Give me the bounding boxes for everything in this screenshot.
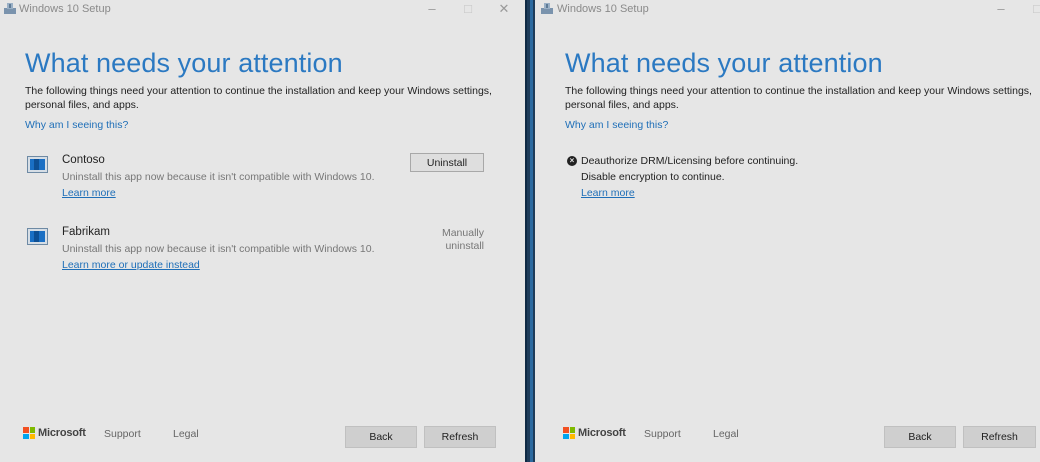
back-button[interactable]: Back [345, 426, 417, 448]
why-am-i-seeing-this-link[interactable]: Why am I seeing this? [25, 119, 128, 131]
microsoft-logo-icon [23, 427, 35, 439]
app-message-fabrikam: Uninstall this app now because it isn't … [62, 243, 375, 255]
close-icon[interactable]: ✕ [495, 1, 513, 17]
windows-setup-icon [541, 3, 553, 14]
back-button[interactable]: Back [884, 426, 956, 448]
window-title: Windows 10 Setup [19, 3, 111, 15]
page-description: The following things need your attention… [25, 85, 492, 111]
manually-uninstall-label: Manually uninstall [441, 227, 484, 252]
app-window-icon [27, 228, 48, 245]
windows-setup-icon [4, 3, 16, 14]
legal-link[interactable]: Legal [173, 428, 199, 440]
learn-more-or-update-link[interactable]: Learn more or update instead [62, 259, 200, 271]
microsoft-logo: Microsoft [23, 427, 86, 439]
learn-more-link[interactable]: Learn more [581, 187, 635, 199]
learn-more-link-contoso[interactable]: Learn more [62, 187, 116, 199]
microsoft-logo-icon [563, 427, 575, 439]
page-description: The following things need your attention… [565, 85, 1032, 111]
setup-window-left: Windows 10 Setup – □ ✕ What needs your a… [0, 0, 525, 462]
uninstall-button[interactable]: Uninstall [410, 153, 484, 172]
window-divider [525, 0, 535, 462]
issue-detail: Disable encryption to continue. [581, 171, 725, 183]
minimize-icon[interactable]: – [423, 1, 441, 17]
app-name-fabrikam: Fabrikam [62, 226, 110, 238]
maximize-icon[interactable]: □ [1028, 1, 1040, 17]
title-bar[interactable]: Windows 10 Setup – □ ✕ [0, 0, 525, 18]
page-title: What needs your attention [25, 48, 343, 78]
issue-title: Deauthorize DRM/Licensing before continu… [581, 155, 799, 167]
support-link[interactable]: Support [104, 428, 141, 440]
refresh-button[interactable]: Refresh [424, 426, 496, 448]
error-x-icon: × [567, 156, 577, 166]
why-am-i-seeing-this-link[interactable]: Why am I seeing this? [565, 119, 668, 131]
app-name-contoso: Contoso [62, 154, 105, 166]
window-title: Windows 10 Setup [557, 3, 649, 15]
page-title: What needs your attention [565, 48, 883, 78]
app-message-contoso: Uninstall this app now because it isn't … [62, 171, 375, 183]
setup-window-right: Windows 10 Setup – □ What needs your att… [535, 0, 1040, 462]
microsoft-logo: Microsoft [563, 427, 626, 439]
legal-link[interactable]: Legal [713, 428, 739, 440]
title-bar[interactable]: Windows 10 Setup – □ [535, 0, 1040, 18]
app-window-icon [27, 156, 48, 173]
support-link[interactable]: Support [644, 428, 681, 440]
minimize-icon[interactable]: – [992, 1, 1010, 17]
maximize-icon[interactable]: □ [459, 1, 477, 17]
refresh-button[interactable]: Refresh [963, 426, 1036, 448]
